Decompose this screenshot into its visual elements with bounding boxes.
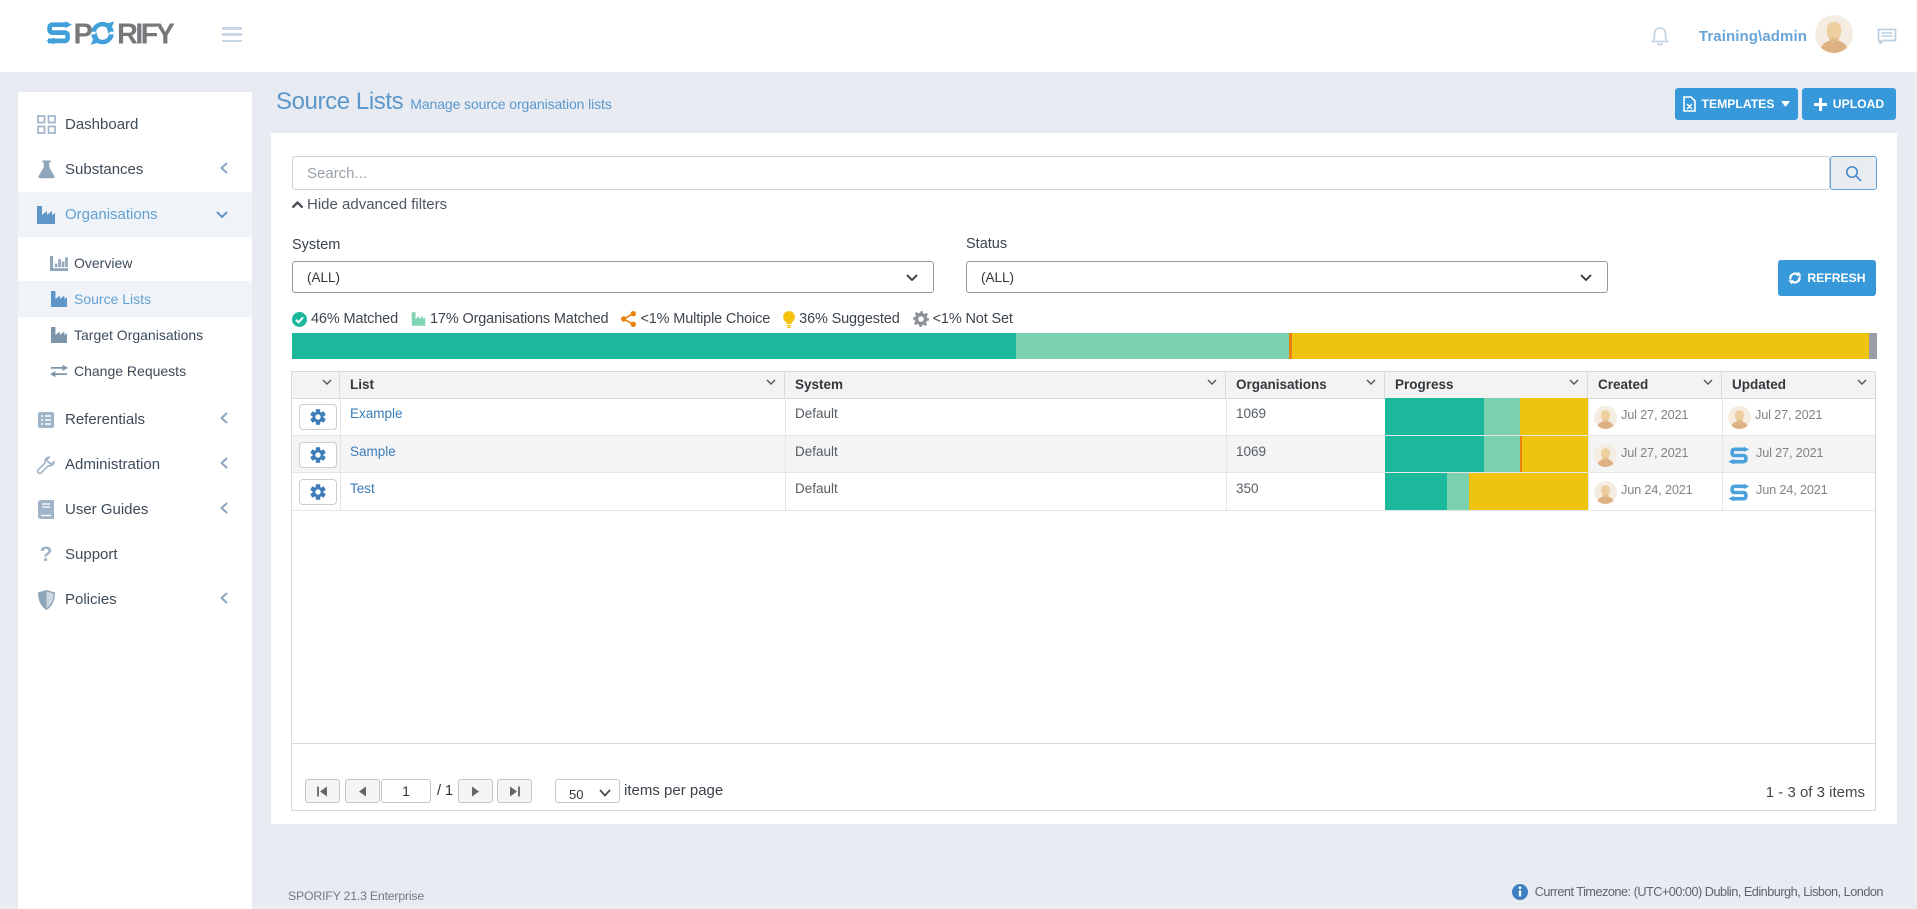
svg-text:P: P: [74, 21, 93, 46]
svg-text:RIFY: RIFY: [117, 21, 175, 46]
